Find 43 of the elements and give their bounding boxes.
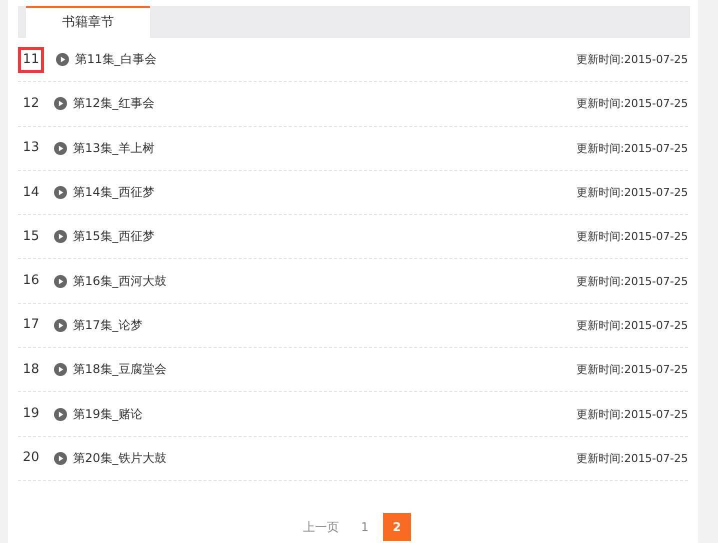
play-icon[interactable] (54, 97, 67, 110)
play-icon[interactable] (54, 186, 67, 200)
chapter-number: 19 (22, 405, 40, 424)
page-link[interactable]: 1 (353, 512, 377, 541)
chapter-link[interactable]: 第11集_白事会 (75, 51, 156, 68)
play-icon[interactable] (54, 318, 67, 332)
page-link[interactable]: 上一页 (295, 512, 347, 541)
update-time: 更新时间:2015-07-25 (576, 229, 688, 244)
chapter-link[interactable]: 第13集_羊上树 (73, 140, 154, 157)
chapter-link[interactable]: 第17集_论梦 (73, 316, 142, 334)
chapter-link[interactable]: 第16集_西河大鼓 (73, 272, 166, 290)
update-time: 更新时间:2015-07-25 (576, 185, 688, 200)
update-time: 更新时间:2015-07-25 (576, 362, 688, 378)
play-icon[interactable] (54, 142, 67, 155)
play-icon[interactable] (54, 363, 67, 376)
tab[interactable]: 书籍章节 (26, 6, 150, 38)
chapter-link[interactable]: 第18集_豆腐堂会 (73, 361, 166, 378)
update-time: 更新时间:2015-07-25 (576, 96, 688, 112)
chapter-number: 17 (22, 316, 40, 334)
chapter-number: 13 (22, 139, 40, 158)
play-icon[interactable] (54, 408, 67, 421)
play-icon[interactable] (56, 53, 69, 66)
update-time: 更新时间:2015-07-25 (576, 274, 688, 289)
update-time: 更新时间:2015-07-25 (576, 450, 688, 466)
play-icon[interactable] (54, 230, 67, 244)
chapter-link[interactable]: 第19集_赌论 (73, 406, 142, 423)
play-icon[interactable] (54, 274, 67, 288)
chapter-number: 12 (22, 94, 40, 113)
play-icon[interactable] (54, 452, 67, 465)
chapter-link[interactable]: 第15集_西征梦 (73, 228, 154, 246)
update-time: 更新时间:2015-07-25 (576, 140, 688, 156)
chapter-link[interactable]: 第14集_西征梦 (73, 184, 154, 202)
update-time: 更新时间:2015-07-25 (576, 52, 688, 68)
update-time: 更新时间:2015-07-25 (576, 318, 688, 333)
update-time: 更新时间:2015-07-25 (576, 406, 688, 422)
chapter-number: 18 (22, 360, 40, 379)
chapter-link[interactable]: 第12集_红事会 (73, 95, 154, 112)
chapter-number: 14 (22, 184, 40, 202)
chapter-number: 11 (18, 46, 44, 73)
chapter-number: 16 (22, 272, 40, 290)
chapter-number: 20 (22, 449, 40, 468)
chapter-number: 15 (22, 228, 40, 246)
chapter-link[interactable]: 第20集_铁片大鼓 (73, 450, 166, 467)
